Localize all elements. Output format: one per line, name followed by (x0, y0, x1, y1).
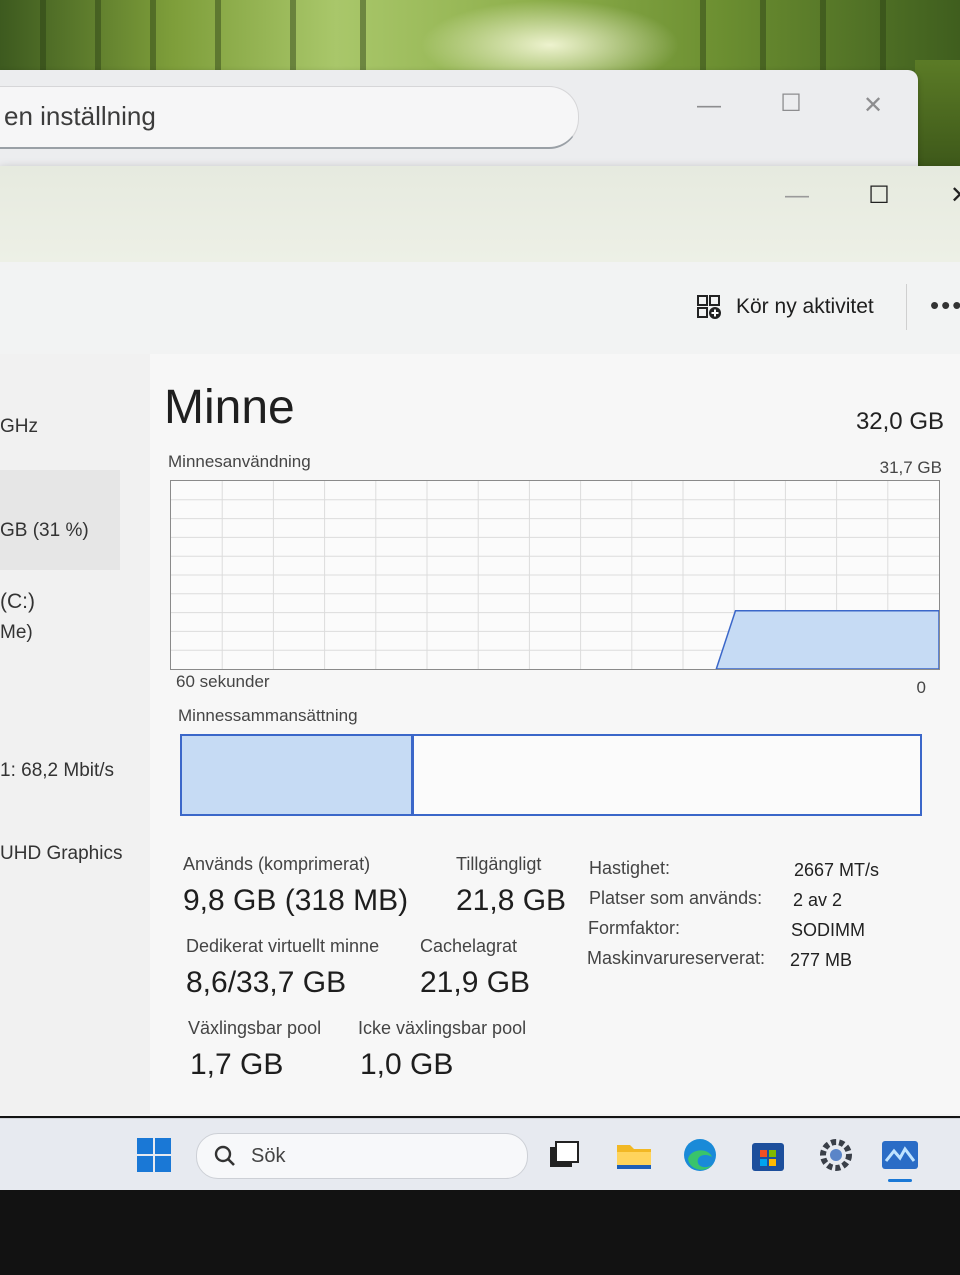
more-options-button[interactable]: ••• (930, 290, 960, 321)
run-new-task-button[interactable]: Kör ny aktivitet (696, 292, 874, 322)
in-use-value: 9,8 GB (318 MB) (183, 884, 409, 917)
settings-window: en inställning — ☐ ✕ (0, 70, 918, 180)
paged-pool-label: Växlingsbar pool (188, 1018, 322, 1038)
total-memory: 32,0 GB (855, 408, 944, 435)
settings-minimize-button[interactable]: — (694, 94, 724, 118)
wallpaper-edge (915, 60, 960, 180)
memory-usage-graph (170, 480, 940, 670)
slots-used-value: 2 av 2 (793, 890, 843, 910)
memory-usage-graph-svg (171, 481, 939, 669)
hardware-reserved-key: Maskinvarureserverat: (587, 948, 766, 968)
memory-usage-label: Minnesanvändning (168, 452, 311, 471)
toolbar: Kör ny aktivitet ••• (0, 262, 960, 355)
form-factor-key: Formfaktor: (588, 918, 681, 938)
screen-bezel (0, 1190, 960, 1275)
settings-maximize-button[interactable]: ☐ (776, 92, 806, 116)
memory-composition-bar (180, 734, 922, 816)
settings-search-box[interactable]: en inställning (0, 86, 579, 149)
speed-key: Hastighet: (589, 858, 671, 878)
maximize-button[interactable]: ☐ (864, 184, 894, 208)
graph-zero-label: 0 (916, 678, 926, 697)
sidebar-disk-type[interactable]: Me) (0, 622, 33, 644)
sidebar-gpu-name[interactable]: UHD Graphics (0, 843, 122, 865)
performance-sidebar: GHz GB (31 %) (C:) Me) 1: 68,2 Mbit/s UH… (0, 354, 150, 1114)
memory-panel: Minne 32,0 GB Minnesanvändning 31,7 GB 6… (150, 354, 960, 1114)
settings-icon[interactable] (816, 1135, 856, 1175)
sidebar-memory-usage[interactable]: GB (31 %) (0, 520, 89, 542)
task-view-icon[interactable] (544, 1135, 584, 1175)
speed-value: 2667 MT/s (794, 860, 880, 880)
cached-value: 21,9 GB (420, 966, 531, 999)
nonpaged-pool-label: Icke växlingsbar pool (358, 1018, 527, 1038)
run-task-label: Kör ny aktivitet (736, 295, 874, 318)
sidebar-disk-name[interactable]: (C:) (0, 590, 35, 614)
search-icon (213, 1144, 237, 1173)
task-manager-icon[interactable] (880, 1135, 920, 1182)
form-factor-value: SODIMM (791, 920, 865, 940)
toolbar-divider (906, 284, 907, 330)
available-value: 21,8 GB (456, 884, 567, 917)
nonpaged-pool-value: 1,0 GB (360, 1048, 454, 1081)
committed-value: 8,6/33,7 GB (186, 966, 347, 999)
memory-composition-in-use (182, 736, 414, 814)
taskbar-search-box[interactable]: Sök (196, 1133, 528, 1179)
memory-composition-label: Minnessammansättning (178, 706, 358, 725)
sidebar-network-speed[interactable]: 1: 68,2 Mbit/s (0, 760, 114, 782)
page-title: Minne (164, 381, 295, 434)
sidebar-cpu-speed[interactable]: GHz (0, 416, 38, 438)
edge-icon[interactable] (680, 1135, 720, 1175)
slots-used-key: Platser som används: (589, 888, 763, 908)
start-icon[interactable] (134, 1135, 174, 1175)
paged-pool-value: 1,7 GB (190, 1048, 284, 1081)
taskbar: Sök (0, 1118, 960, 1191)
run-task-icon (696, 294, 722, 320)
hardware-reserved-value: 277 MB (790, 950, 853, 970)
close-button[interactable]: ✕ (945, 184, 960, 208)
minimize-button[interactable]: — (782, 184, 812, 208)
graph-max-label: 31,7 GB (879, 458, 942, 477)
settings-search-text: en inställning (4, 101, 156, 131)
store-icon[interactable] (748, 1135, 788, 1175)
available-label: Tillgängligt (456, 854, 542, 874)
title-bar: — ☐ ✕ (0, 166, 960, 262)
settings-close-button[interactable]: ✕ (858, 94, 888, 118)
committed-label: Dedikerat virtuellt minne (186, 936, 380, 956)
taskbar-search-placeholder: Sök (251, 1145, 286, 1167)
cached-label: Cachelagrat (420, 936, 518, 956)
graph-time-label: 60 sekunder (176, 672, 270, 691)
memory-usage-area (715, 609, 939, 669)
file-explorer-icon[interactable] (614, 1135, 654, 1175)
task-manager-window: — ☐ ✕ Kör ny aktivitet ••• GHz GB (31 %)… (0, 166, 960, 1116)
in-use-label: Används (komprimerat) (183, 854, 371, 874)
